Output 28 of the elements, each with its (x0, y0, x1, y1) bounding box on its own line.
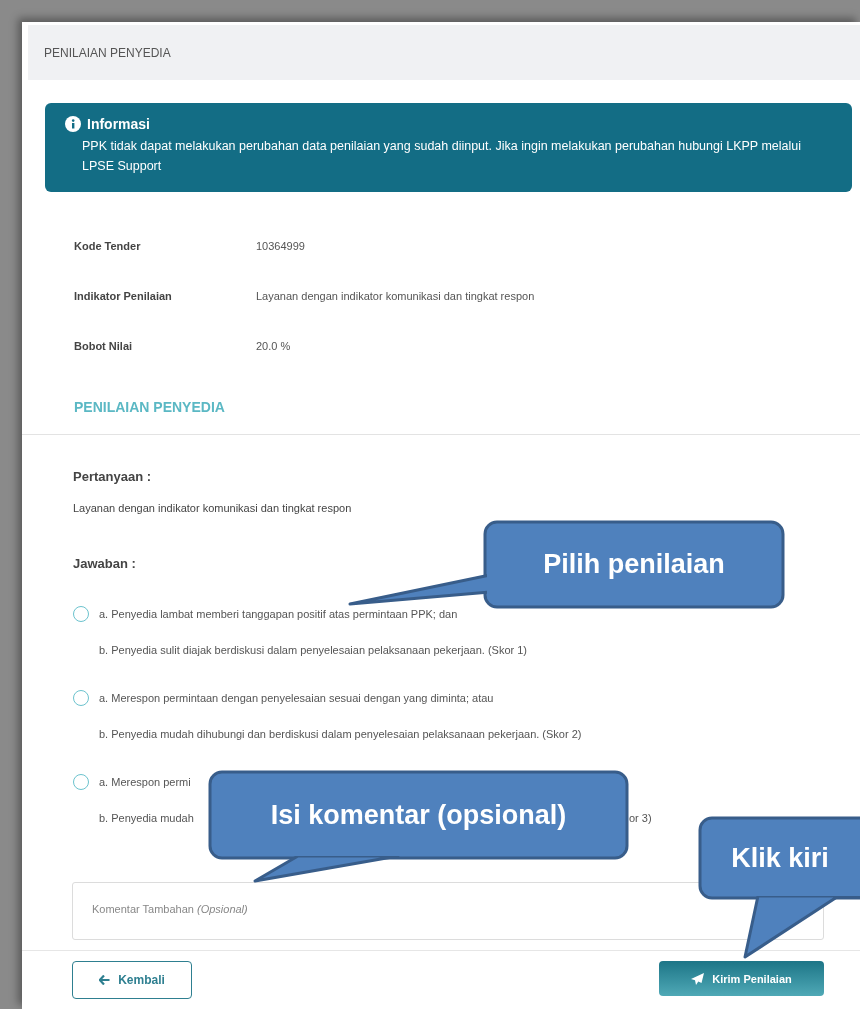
field-value: 20.0 % (256, 339, 291, 354)
question-text: Layanan dengan indikator komunikasi dan tingkat respon (73, 502, 352, 514)
answer-text: a. Merespon permintaan dengan penyelesaian sesuai dengan yang diminta; atau (99, 691, 494, 705)
back-button[interactable]: Kembali (72, 961, 192, 999)
field-label: Bobot Nilai (74, 339, 134, 354)
answer-text: a. Penyedia lambat memberi tanggapan positif atas permintaan PPK; dan (99, 607, 458, 621)
callout-text: Klik kiri (731, 842, 829, 874)
info-title: Informasi (87, 116, 150, 132)
question-label: Pertanyaan : (73, 469, 152, 484)
answer-text: a. Merespon permi (99, 775, 191, 789)
answer-label: Jawaban : (73, 556, 136, 571)
callout-text: Pilih penilaian (543, 549, 725, 580)
answer-text: b. Penyedia mudah dihubungi dan berdiskusi dalam penyelesaian pelaksanaan pekerjaan. (Skor 2) (99, 727, 582, 741)
paper-plane-icon (691, 972, 705, 985)
page-title: PENILAIAN PENYEDIA (44, 45, 171, 60)
answer-text: or 3) (629, 811, 652, 825)
answer-text: b. Penyedia mudah (99, 811, 194, 825)
field-value: Layanan dengan indikator komunikasi dan tingkat respon (256, 289, 535, 304)
submit-button[interactable]: Kirim Penilaian (659, 961, 824, 996)
field-value: 10364999 (256, 239, 305, 254)
info-message: PPK tidak dapat melakukan perubahan data penilaian yang sudah diinput. Jika ingin melakukan perubahan hubungi LKPP melalui LPSE Support (82, 138, 803, 175)
info-icon (65, 116, 81, 132)
callout-text: Isi komentar (opsional) (270, 799, 567, 831)
answer-text: b. Penyedia sulit diajak berdiskusi dalam penyelesaian pelaksanaan pekerjaan. (Skor 1) (99, 643, 528, 657)
field-label: Indikator Penilaian (74, 289, 173, 304)
field-label: Kode Tender (74, 239, 142, 254)
arrow-left-icon (99, 975, 111, 985)
section-title: PENILAIAN PENYEDIA (74, 399, 226, 415)
